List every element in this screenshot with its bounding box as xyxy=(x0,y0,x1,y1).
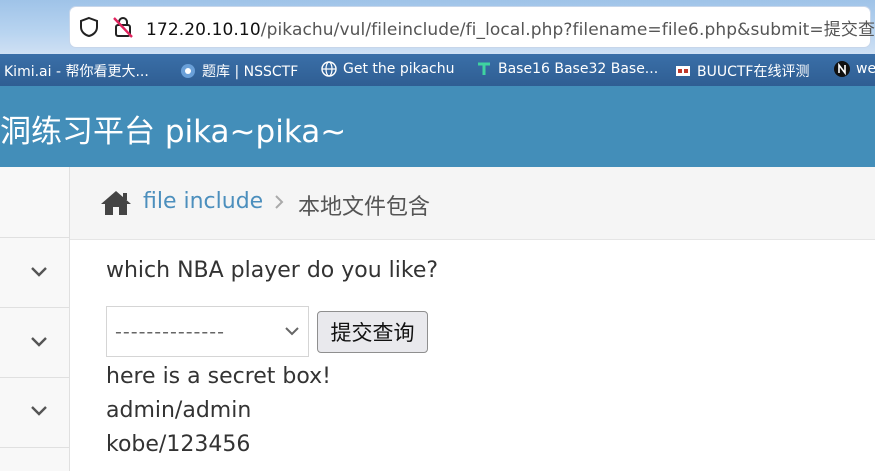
bookmark-pikachu[interactable]: Get the pikachu xyxy=(321,61,455,77)
breadcrumb-link-file-include[interactable]: file include xyxy=(143,189,263,214)
bookmark-label: Base16 Base32 Base... xyxy=(498,61,659,77)
chevron-down-icon[interactable] xyxy=(29,404,49,418)
bookmark-label: we xyxy=(856,61,875,77)
tracking-protection-shield-icon[interactable] xyxy=(78,16,100,38)
sidebar-divider xyxy=(0,307,69,308)
output-line: here is a secret box! xyxy=(106,364,332,389)
question-text: which NBA player do you like? xyxy=(106,258,439,283)
bookmark-label: 题库 | NSSCTF xyxy=(202,64,299,80)
notion-icon xyxy=(834,61,850,77)
chevron-down-icon[interactable] xyxy=(29,265,49,279)
bookmark-label: BUUCTF在线评测 xyxy=(697,64,810,80)
main-content: which NBA player do you like? ----------… xyxy=(70,240,875,471)
chevron-down-icon xyxy=(285,327,299,336)
url-host: 172.20.10.10 xyxy=(146,20,261,40)
sidebar xyxy=(0,167,70,471)
sidebar-divider xyxy=(0,377,69,378)
buuctf-icon xyxy=(676,66,690,76)
breadcrumb: file include 本地文件包含 xyxy=(70,167,875,240)
app-title: 洞练习平台 pika~pika~ xyxy=(0,114,347,150)
sidebar-divider xyxy=(0,447,69,448)
home-icon xyxy=(101,191,131,215)
globe-icon xyxy=(321,61,337,77)
output-line: admin/admin xyxy=(106,398,252,423)
bookmarks-bar: Kimi.ai - 帮你看更大... 题库 | NSSCTF Get the p… xyxy=(0,54,875,86)
submit-button[interactable]: 提交查询 xyxy=(317,311,428,353)
app-header: 洞练习平台 pika~pika~ xyxy=(0,86,875,167)
select-value: -------------- xyxy=(115,321,225,343)
sidebar-divider xyxy=(0,237,69,238)
bookmark-notion[interactable]: we xyxy=(834,61,875,77)
url-path: /pikachu/vul/fileinclude/fi_local.php?fi… xyxy=(260,20,875,40)
bookmark-label: Get the pikachu xyxy=(343,61,455,77)
insecure-connection-icon[interactable] xyxy=(112,15,134,39)
player-select[interactable]: -------------- xyxy=(106,306,309,357)
output-line: kobe/123456 xyxy=(106,432,251,457)
chevron-right-icon xyxy=(275,195,284,209)
url-text[interactable]: 172.20.10.10/pikachu/vul/fileinclude/fi_… xyxy=(146,15,875,40)
browser-toolbar: 172.20.10.10/pikachu/vul/fileinclude/fi_… xyxy=(0,0,875,54)
nssctf-icon xyxy=(181,64,195,78)
tool-icon xyxy=(478,62,490,75)
bookmark-base-tools[interactable]: Base16 Base32 Base... xyxy=(476,61,658,77)
bookmark-kimi[interactable]: Kimi.ai - 帮你看更大... xyxy=(4,61,149,81)
bookmark-buuctf[interactable]: BUUCTF在线评测 xyxy=(675,61,809,81)
bookmark-label: Kimi.ai - 帮你看更大... xyxy=(4,64,149,80)
chevron-down-icon[interactable] xyxy=(29,335,49,349)
breadcrumb-current: 本地文件包含 xyxy=(298,195,431,220)
bookmark-nssctf[interactable]: 题库 | NSSCTF xyxy=(180,61,298,81)
